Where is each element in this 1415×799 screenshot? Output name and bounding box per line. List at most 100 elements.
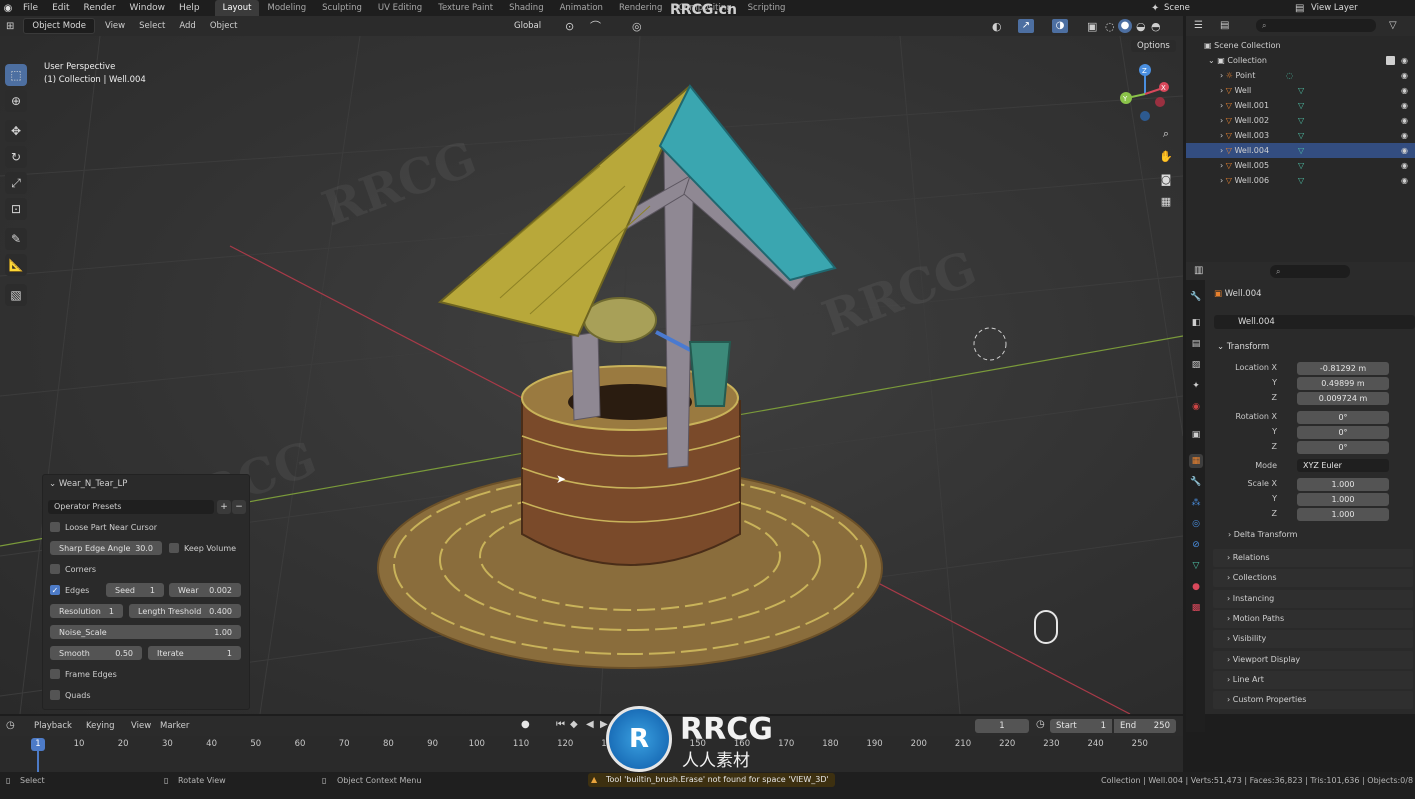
location-z-field[interactable]: 0.009724 m	[1297, 392, 1389, 405]
properties-search-input[interactable]: ⌕	[1270, 265, 1350, 278]
rotation-mode-dropdown[interactable]: XYZ Euler	[1297, 459, 1389, 472]
warning-message[interactable]: ▲ Tool 'builtin_brush.Erase' not found f…	[588, 773, 835, 787]
remove-preset-button[interactable]: −	[232, 500, 246, 514]
quads-toggle[interactable]: Quads	[50, 688, 91, 702]
modifier-tab-icon[interactable]: 🔧	[1189, 475, 1203, 489]
menu-select[interactable]: Select	[132, 16, 172, 36]
properties-editor-icon[interactable]: ▥	[1194, 265, 1203, 276]
loose-part-toggle[interactable]: Loose Part Near Cursor	[50, 520, 157, 534]
panel-collections[interactable]: › Collections	[1213, 569, 1413, 588]
checkbox-checked[interactable]	[1386, 56, 1395, 65]
xray-icon[interactable]: ▣	[1087, 20, 1097, 33]
tab-texture-paint[interactable]: Texture Paint	[430, 0, 501, 16]
data-tab-icon[interactable]: ▽	[1189, 559, 1203, 573]
collection-tab-icon[interactable]: ▣	[1189, 428, 1203, 442]
tab-sculpting[interactable]: Sculpting	[314, 0, 370, 16]
scale-x-field[interactable]: 1.000	[1297, 478, 1389, 491]
panel-instancing[interactable]: › Instancing	[1213, 589, 1413, 608]
add-cube-tool[interactable]: ▧	[5, 284, 27, 306]
gizmo-toggle-icon[interactable]: ↗	[1018, 19, 1034, 33]
outliner-editor-icon[interactable]: ☰	[1194, 20, 1203, 31]
panel-custom-properties[interactable]: › Custom Properties	[1213, 691, 1413, 710]
eye-icon[interactable]: ◉	[1401, 173, 1408, 188]
start-frame-field[interactable]: Start 1	[1050, 719, 1112, 733]
object-tab-icon[interactable]: ▦	[1189, 454, 1203, 468]
scene-icon[interactable]: ✦	[1151, 3, 1159, 14]
shading-wireframe-icon[interactable]: ◌	[1105, 20, 1115, 33]
tab-uv-editing[interactable]: UV Editing	[370, 0, 430, 16]
material-tab-icon[interactable]: ●	[1189, 580, 1203, 594]
scene-collection-row[interactable]: ▣ Scene Collection	[1186, 38, 1415, 53]
rotation-y-field[interactable]: 0°	[1297, 426, 1389, 439]
panel-motion-paths[interactable]: › Motion Paths	[1213, 609, 1413, 628]
keying-menu[interactable]: Keying	[86, 721, 115, 731]
editor-type-icon[interactable]: ⊞	[0, 21, 20, 32]
transform-tool[interactable]: ⊡	[5, 198, 27, 220]
operator-title[interactable]: ⌄ Wear_N_Tear_LP	[49, 479, 127, 489]
rotation-z-field[interactable]: 0°	[1297, 441, 1389, 454]
scene-tab-icon[interactable]: ✦	[1189, 379, 1203, 393]
operator-presets-dropdown[interactable]: Operator Presets	[48, 500, 214, 514]
eye-icon[interactable]: ◉	[1401, 158, 1408, 173]
scale-z-field[interactable]: 1.000	[1297, 508, 1389, 521]
jump-start-icon[interactable]: ⏮	[556, 719, 565, 730]
checkbox[interactable]	[169, 543, 179, 553]
checkbox[interactable]	[50, 690, 60, 700]
proportional-icon[interactable]: ◎	[632, 20, 642, 33]
outliner-item-point[interactable]: › ☼ Point ◌ ◉	[1186, 68, 1415, 83]
blender-logo-icon[interactable]: ◉	[0, 3, 16, 14]
eye-icon[interactable]: ◉	[1401, 143, 1408, 158]
particles-tab-icon[interactable]: ⁂	[1189, 496, 1203, 510]
length-threshold-field[interactable]: Length Treshold 0.400	[129, 604, 241, 618]
play-reverse-icon[interactable]: ◀	[586, 719, 594, 730]
tab-layout[interactable]: Layout	[214, 0, 260, 16]
tab-animation[interactable]: Animation	[552, 0, 611, 16]
outliner-search-input[interactable]: ⌕	[1256, 19, 1376, 32]
frame-edges-toggle[interactable]: Frame Edges	[50, 667, 117, 681]
eye-icon[interactable]: ◉	[1401, 98, 1408, 113]
menu-window[interactable]: Window	[123, 0, 173, 16]
clock-icon[interactable]: ◷	[1036, 719, 1045, 730]
outliner-item-well-004[interactable]: › ▽ Well.004 ▽ ◉	[1186, 143, 1415, 158]
snap-icon[interactable]: ⌒	[590, 18, 601, 34]
orientation-dropdown[interactable]: Global	[514, 21, 541, 31]
menu-help[interactable]: Help	[172, 0, 207, 16]
tool-tab-icon[interactable]: 🔧	[1189, 290, 1203, 304]
cursor-tool[interactable]: ⊕	[5, 90, 27, 112]
outliner-item-well-001[interactable]: › ▽ Well.001 ▽ ◉	[1186, 98, 1415, 113]
marker-menu[interactable]: Marker	[160, 721, 189, 731]
render-tab-icon[interactable]: ◧	[1189, 316, 1203, 330]
pivot-icon[interactable]: ⊙	[565, 20, 574, 33]
mode-dropdown[interactable]: Object Mode	[23, 18, 95, 34]
outliner-item-well-006[interactable]: › ▽ Well.006 ▽ ◉	[1186, 173, 1415, 188]
noise-scale-field[interactable]: Noise_Scale 1.00	[50, 625, 241, 639]
playback-menu[interactable]: Playback	[34, 721, 72, 731]
location-y-field[interactable]: 0.49899 m	[1297, 377, 1389, 390]
menu-view[interactable]: View	[98, 16, 132, 36]
rotate-tool[interactable]: ↻	[5, 146, 27, 168]
collection-row[interactable]: ⌄ ▣ Collection ◉	[1186, 53, 1415, 68]
zoom-icon[interactable]: ⌕	[1156, 124, 1176, 144]
scale-tool[interactable]: ⤢	[5, 172, 27, 194]
rotation-x-field[interactable]: 0°	[1297, 411, 1389, 424]
current-frame-field[interactable]: 1	[975, 719, 1029, 733]
panel-visibility[interactable]: › Visibility	[1213, 630, 1413, 649]
panel-line-art[interactable]: › Line Art	[1213, 670, 1413, 689]
panel-viewport-display[interactable]: › Viewport Display	[1213, 650, 1413, 669]
checkbox[interactable]	[50, 564, 60, 574]
measure-tool[interactable]: 📐	[5, 254, 27, 276]
select-box-tool[interactable]: ⬚	[5, 64, 27, 86]
tab-modeling[interactable]: Modeling	[259, 0, 314, 16]
wear-field[interactable]: Wear 0.002	[169, 583, 241, 597]
corners-toggle[interactable]: Corners	[50, 562, 96, 576]
edges-toggle[interactable]: ✓ Edges	[50, 583, 89, 597]
tab-scripting[interactable]: Scripting	[740, 0, 794, 16]
move-tool[interactable]: ✥	[5, 120, 27, 142]
add-preset-button[interactable]: +	[217, 500, 231, 514]
view-layer-selector[interactable]: View Layer	[1311, 3, 1358, 13]
object-name-field[interactable]: Well.004	[1214, 315, 1415, 329]
filter-icon[interactable]: ▽	[1389, 20, 1397, 31]
eye-icon[interactable]: ◉	[1401, 128, 1408, 143]
grid-view-icon[interactable]: ▦	[1156, 191, 1176, 211]
keep-volume-toggle[interactable]: Keep Volume	[169, 541, 236, 555]
